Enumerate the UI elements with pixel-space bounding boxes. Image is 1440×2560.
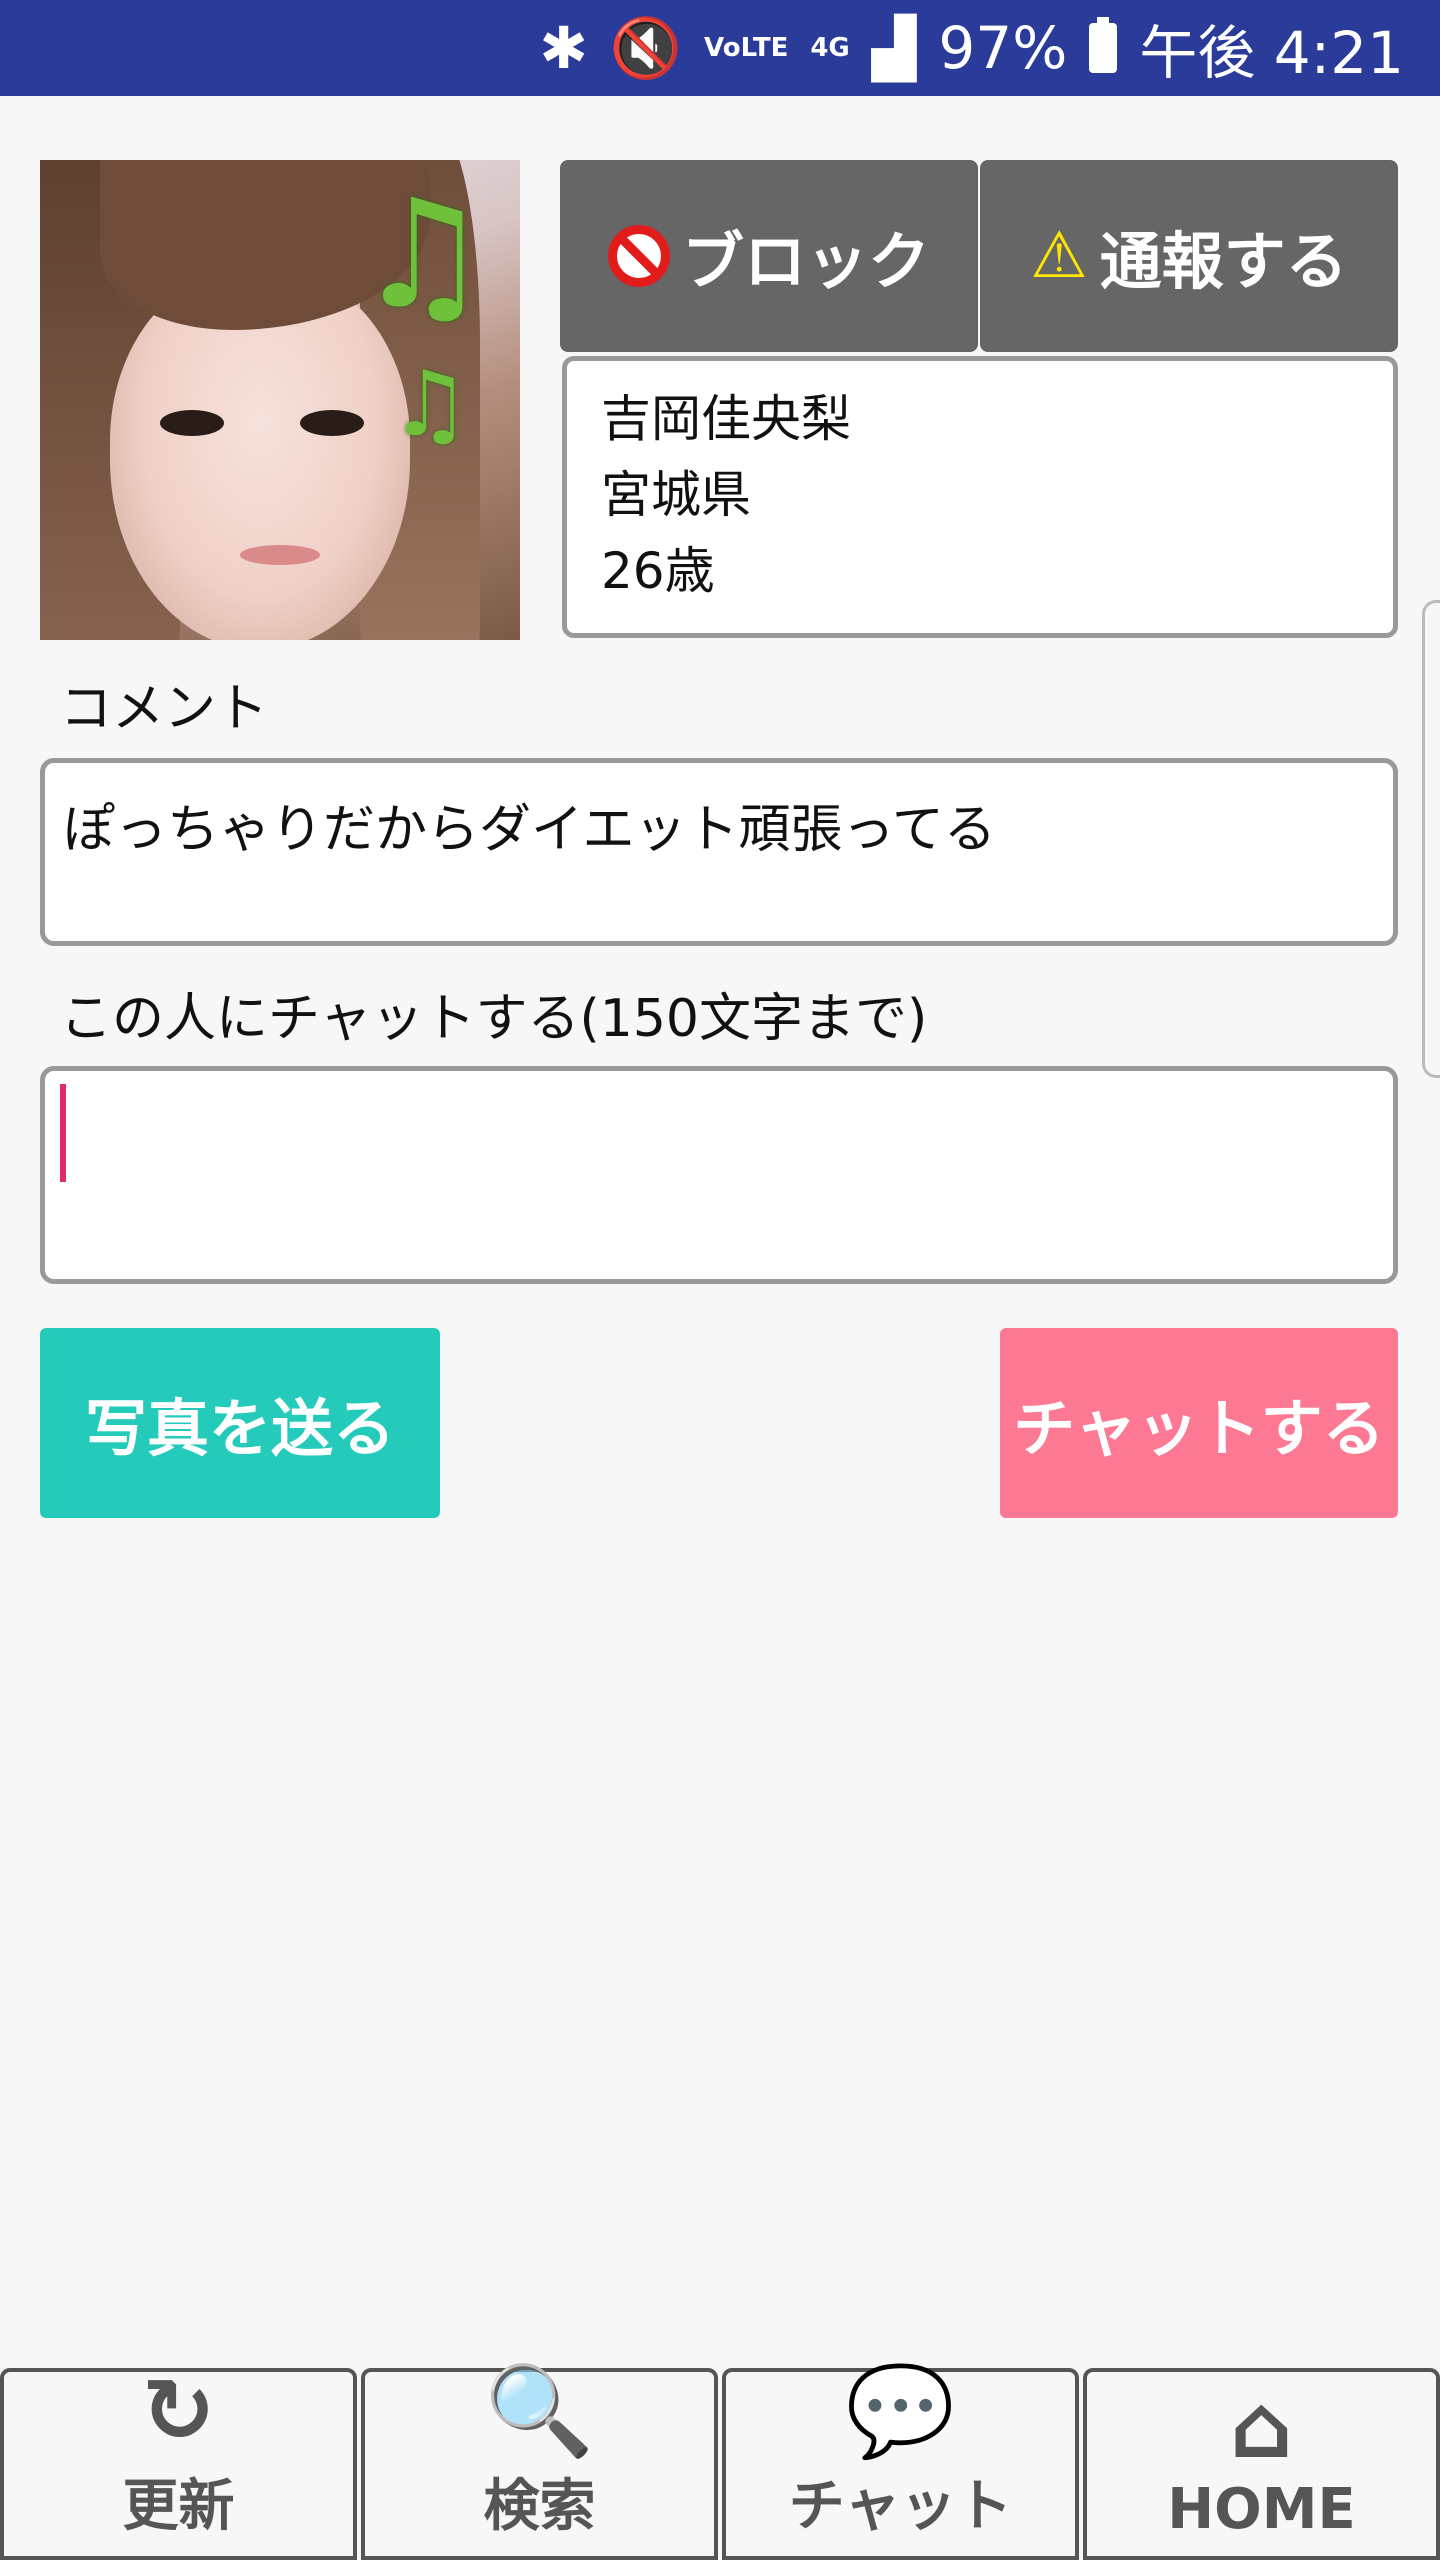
edge-panel-handle[interactable] [1422, 600, 1440, 1078]
profile-prefecture: 宮城県 [601, 466, 751, 524]
profile-info-box: 吉岡佳央梨 宮城県 26歳 [562, 356, 1398, 638]
send-chat-button[interactable]: チャットする [1000, 1328, 1398, 1518]
nav-item-home[interactable]: ⌂ HOME [1083, 2368, 1440, 2560]
nav-item-search[interactable]: 🔍 検索 [361, 2361, 718, 2560]
status-bar: ✱ 🔇 VoLTE 4G ▟ 97% 午後 4:21 [0, 0, 1440, 96]
photo-eye-right [300, 410, 364, 436]
comment-label: コメント [60, 679, 269, 739]
send-photo-label: 写真を送る [84, 1392, 395, 1465]
comment-box: ぽっちゃりだからダイエット頑張ってる [40, 758, 1398, 946]
report-button[interactable]: ⚠ 通報する [980, 160, 1398, 352]
chat-label: この人にチャットする(150文字まで) [60, 989, 928, 1049]
nav-label-search: 検索 [483, 2474, 596, 2539]
music-note-sticker-small: ♫ [389, 352, 470, 457]
profile-age: 26歳 [601, 542, 715, 600]
volte-indicator: VoLTE [704, 33, 789, 63]
clock: 午後 4:21 [1139, 19, 1404, 87]
text-cursor [60, 1084, 66, 1182]
vibrate-mute-icon: 🔇 [609, 13, 683, 82]
chat-message-input[interactable] [40, 1066, 1398, 1284]
network-indicator: 4G [810, 33, 850, 63]
block-button[interactable]: ブロック [560, 160, 978, 352]
profile-name: 吉岡佳央梨 [601, 390, 851, 448]
warning-icon: ⚠ [1030, 219, 1088, 293]
report-label: 通報する [1099, 225, 1348, 298]
comment-text: ぽっちゃりだからダイエット頑張ってる [63, 800, 996, 860]
prohibited-icon [607, 225, 670, 287]
nav-item-refresh[interactable]: ↻ 更新 [0, 2361, 357, 2560]
battery-percent: 97% [938, 14, 1068, 82]
home-icon: ⌂ [1230, 2375, 1293, 2478]
nav-label-refresh: 更新 [122, 2474, 235, 2539]
battery-icon [1089, 17, 1118, 73]
nav-item-chat[interactable]: 💬 チャット [722, 2361, 1079, 2560]
send-chat-label: チャットする [1013, 1392, 1385, 1465]
photo-lips [240, 545, 320, 565]
bluetooth-icon: ✱ [539, 14, 588, 82]
chat-bubbles-icon: 💬 [845, 2359, 956, 2462]
music-note-sticker: ♫ [355, 168, 490, 342]
send-photo-button[interactable]: 写真を送る [40, 1328, 440, 1518]
refresh-icon: ↻ [141, 2359, 216, 2462]
profile-photo[interactable]: ♫ ♫ [40, 160, 520, 640]
bottom-nav: ↻ 更新 🔍 検索 💬 チャット ⌂ HOME [0, 2361, 1440, 2560]
nav-label-chat: チャット [788, 2474, 1013, 2539]
photo-eye-left [160, 410, 224, 436]
search-icon: 🔍 [484, 2359, 595, 2462]
nav-label-home: HOME [1167, 2477, 1356, 2542]
signal-icon: ▟ [871, 14, 917, 82]
block-label: ブロック [681, 225, 930, 298]
